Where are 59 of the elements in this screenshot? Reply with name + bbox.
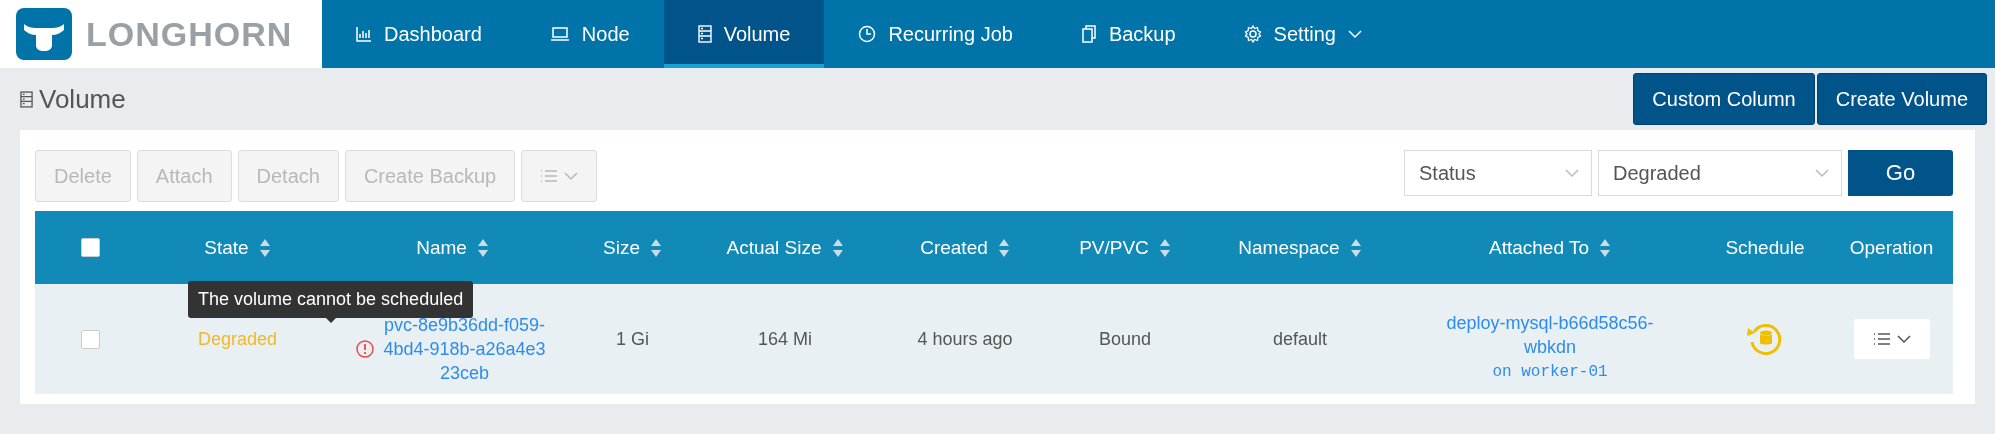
table-cell-text: 4 hours ago: [916, 328, 1014, 350]
state-text: Degraded: [197, 328, 278, 350]
custom-column-button[interactable]: Custom Column: [1633, 73, 1815, 125]
select-all-checkbox[interactable]: [80, 238, 100, 257]
nav-tab[interactable]: Dashboard: [322, 0, 516, 68]
nav-tab[interactable]: Recurring Job: [824, 0, 1047, 68]
column-header: Size: [603, 236, 640, 259]
column-header: State: [204, 236, 249, 259]
operation-button[interactable]: [1853, 319, 1930, 359]
table-cell-text: 164 Mi: [757, 328, 813, 350]
value-select[interactable]: Degraded: [1598, 150, 1842, 196]
nav-tab[interactable]: Setting: [1209, 0, 1396, 68]
sort-icon[interactable]: [650, 237, 662, 258]
caret-icon: [564, 171, 579, 181]
caret-icon: [1896, 334, 1911, 344]
list-icon: [20, 90, 33, 108]
go-button[interactable]: Go: [1848, 150, 1953, 196]
attached-link[interactable]: deploy-mysql-b66d58c56-wbkdn: [1440, 311, 1660, 359]
clock-icon: [858, 25, 877, 43]
row-checkbox[interactable]: [80, 329, 100, 349]
settings-icon: [1243, 25, 1262, 43]
column-header: Schedule: [1725, 236, 1805, 259]
page-title: Volume: [20, 83, 126, 115]
list-icon: [697, 25, 712, 43]
column-header: Operation: [1849, 236, 1934, 259]
copy-icon: [1080, 25, 1097, 43]
laptop-icon: [549, 26, 570, 42]
logo-icon: [16, 8, 72, 60]
nav-tab[interactable]: Backup: [1046, 0, 1210, 68]
sort-icon[interactable]: [997, 237, 1010, 258]
tooltip: The volume cannot be scheduled: [188, 281, 474, 318]
sort-icon[interactable]: [1599, 237, 1611, 258]
sort-icon[interactable]: [1158, 237, 1171, 258]
nav-tab[interactable]: Node: [515, 0, 664, 68]
column-header: Attached To: [1489, 236, 1589, 259]
create-button[interactable]: Create Volume: [1816, 73, 1987, 125]
table-cell-text: 1 Gi: [615, 328, 650, 350]
list-icon: [540, 169, 559, 183]
field-select[interactable]: Status: [1404, 150, 1592, 196]
logo-text: LONGHORN: [86, 14, 293, 54]
sort-icon[interactable]: [476, 237, 489, 258]
sort-icon[interactable]: [258, 237, 271, 258]
nav-tab[interactable]: Volume: [663, 0, 825, 68]
sort-icon[interactable]: [1349, 237, 1362, 258]
column-header: PV/PVC: [1079, 236, 1149, 259]
column-header: Name: [416, 236, 467, 259]
column-header: Namespace: [1238, 236, 1340, 259]
table-cell-text: default: [1271, 328, 1328, 350]
caret-icon: [1565, 168, 1579, 178]
sort-icon[interactable]: [831, 237, 844, 258]
table-cell-text: Bound: [1097, 328, 1153, 350]
schedule-icon[interactable]: [1746, 322, 1784, 356]
column-header: Created: [920, 236, 988, 259]
bar-chart-icon: [356, 26, 372, 42]
column-header: Actual Size: [726, 236, 822, 259]
node-text: on worker-01: [1492, 363, 1608, 381]
list-icon: [1872, 332, 1891, 346]
caret-icon: [1815, 168, 1829, 178]
tooltip-arrow: [325, 318, 336, 323]
